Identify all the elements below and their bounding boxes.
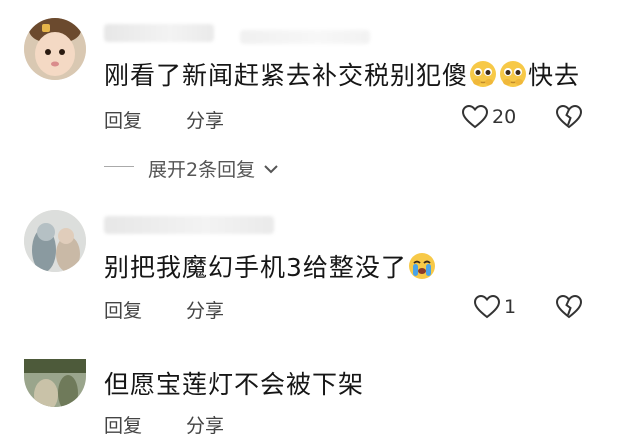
like-count: 20 (492, 106, 517, 128)
user-avatar[interactable] (24, 210, 86, 272)
share-button[interactable]: 分享 (186, 296, 224, 323)
comment-item: 刚看了新闻赶紧去补交税别犯傻 快去 回复 分享 20 展开2条回复 (0, 0, 640, 200)
share-button[interactable]: 分享 (186, 106, 224, 133)
username-blurred[interactable] (104, 24, 214, 42)
comment-item: 但愿宝莲灯不会被下架 回复 分享 (0, 345, 640, 437)
comment-text: 别把我魔幻手机3给整没了 (104, 252, 437, 284)
broken-heart-icon[interactable] (556, 105, 582, 129)
username-blurred[interactable] (104, 216, 274, 234)
comment-text: 但愿宝莲灯不会被下架 (104, 370, 365, 399)
broken-heart-icon[interactable] (556, 295, 582, 319)
reply-button[interactable]: 回复 (104, 296, 142, 323)
share-button[interactable]: 分享 (186, 411, 224, 438)
user-avatar[interactable] (24, 359, 86, 407)
comment-text-tail: 快去 (528, 61, 581, 90)
avatar-photo (24, 210, 86, 272)
comment-text-main: 刚看了新闻赶紧去补交税别犯傻 (104, 61, 469, 90)
user-avatar[interactable] (24, 18, 86, 80)
reply-button[interactable]: 回复 (104, 106, 142, 133)
expand-replies-button[interactable]: 展开2条回复 (148, 155, 279, 182)
comment-text-main: 别把我魔幻手机3给整没了 (104, 253, 407, 282)
like-count: 1 (504, 296, 517, 318)
heart-outline-icon[interactable] (462, 105, 488, 129)
pleading-face-emoji (470, 61, 497, 87)
crying-face-emoji (408, 253, 435, 279)
comment-item: 别把我魔幻手机3给整没了 回复 分享 1 (0, 200, 640, 345)
expand-replies-label: 展开2条回复 (148, 159, 256, 181)
avatar-photo (24, 359, 86, 407)
expand-divider (104, 166, 134, 167)
pleading-face-emoji (500, 61, 527, 87)
comment-text: 刚看了新闻赶紧去补交税别犯傻 快去 (104, 60, 580, 92)
meta-blurred (240, 30, 370, 44)
heart-outline-icon[interactable] (474, 295, 500, 319)
avatar-photo (24, 18, 86, 80)
reply-button[interactable]: 回复 (104, 411, 142, 438)
chevron-down-icon (264, 165, 278, 174)
